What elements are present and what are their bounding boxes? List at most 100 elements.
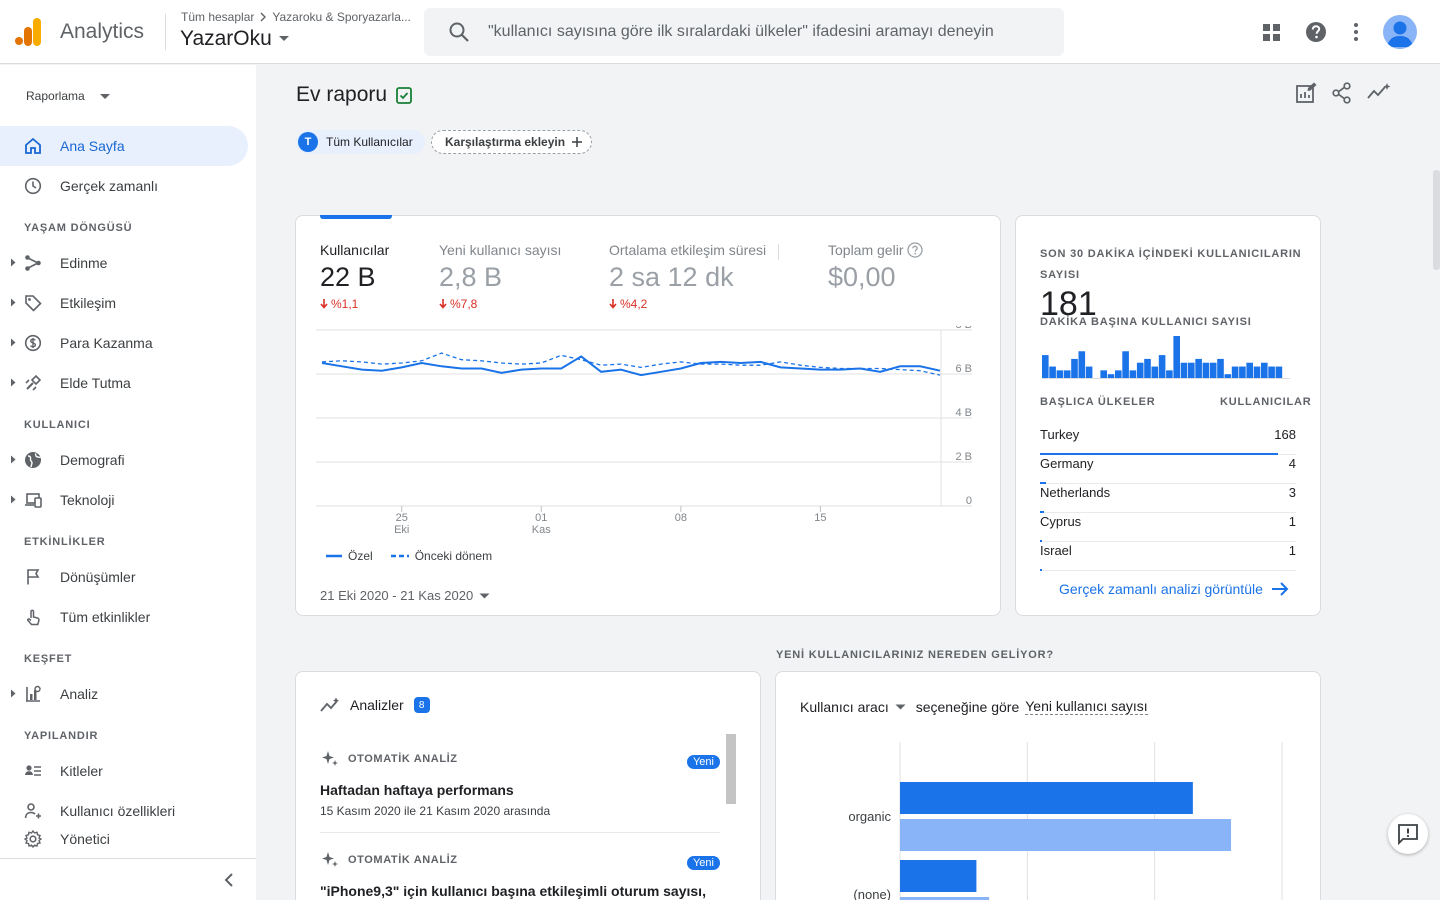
category-label: (none): [853, 887, 891, 900]
users-line-chart: 8 B 6 B 4 B 2 B 0 25Eki 01Kas 08 15: [316, 326, 972, 536]
col-header-users: KULLANICILAR: [1220, 396, 1312, 408]
share-icon[interactable]: [1332, 82, 1352, 104]
series-line-current: [321, 355, 941, 377]
globe-icon: [24, 451, 42, 469]
sidebar-item-monetization[interactable]: Para Kazanma: [0, 323, 248, 363]
metric-tab-users[interactable]: Kullanıcılar 22 B %1,1: [320, 242, 389, 311]
insight-kind: OTOMATİK ANALİZ: [320, 850, 720, 870]
metric-selector[interactable]: Yeni kullanıcı sayısı: [1025, 698, 1148, 715]
sidebar-item-acquisition[interactable]: Edinme: [0, 243, 248, 283]
sidebar-item-all-events[interactable]: Tüm etkinlikler: [0, 597, 248, 637]
analytics-logo-icon[interactable]: [14, 16, 42, 46]
country-name: Israel: [1040, 543, 1072, 558]
help-outline-icon[interactable]: [907, 242, 924, 258]
realtime-title: SON 30 DAKİKA İÇİNDEKİ KULLANICILARIN SA…: [1040, 248, 1302, 281]
country-row[interactable]: Netherlands 3: [1040, 484, 1296, 513]
property-selector[interactable]: YazarOku: [180, 27, 290, 51]
per-minute-bar: [1188, 362, 1195, 378]
arrow-drop-down-icon: [99, 93, 111, 100]
arrow-drop-down-icon: [895, 704, 906, 710]
y-tick-label: 0: [966, 495, 972, 507]
apps-grid-icon[interactable]: [1262, 20, 1282, 44]
country-row[interactable]: Germany 4: [1040, 455, 1296, 484]
dollar-icon: [24, 334, 42, 352]
new-badge: Yeni: [686, 856, 720, 870]
breadcrumb[interactable]: Tüm hesaplar Yazaroku & Sporyazarla...: [181, 10, 411, 24]
metric-tab-total-revenue[interactable]: Toplam gelir $0,00: [828, 242, 924, 293]
country-row[interactable]: Turkey 168: [1040, 426, 1296, 455]
per-minute-bar: [1049, 366, 1056, 378]
top-app-bar: Analytics Tüm hesaplar Yazaroku & Sporya…: [0, 0, 1440, 64]
search-icon: [448, 21, 470, 43]
add-comparison-button[interactable]: Karşılaştırma ekleyin: [431, 130, 593, 154]
comparison-chip-all-users[interactable]: T Tüm Kullanıcılar: [296, 130, 425, 154]
app-name: Analytics: [60, 20, 145, 43]
metric-value: $0,00: [828, 262, 896, 292]
sidebar-item-admin[interactable]: Yönetici: [0, 819, 248, 859]
country-user-count: 1: [1288, 514, 1296, 529]
sidebar-item-realtime[interactable]: Gerçek zamanlı: [0, 166, 248, 206]
feedback-button[interactable]: [1388, 814, 1428, 854]
legend-item-current: Özel: [326, 549, 373, 563]
per-minute-bar: [1246, 362, 1253, 378]
bar: [900, 782, 1193, 814]
help-icon[interactable]: [1305, 20, 1327, 44]
sidebar-item-demographics[interactable]: Demografi: [0, 440, 248, 480]
x-tick-sublabel: Kas: [532, 524, 551, 536]
expand-caret-icon: [10, 298, 16, 307]
per-minute-bar: [1180, 362, 1188, 378]
metric-change: %1,1: [320, 297, 389, 311]
sidebar-item-label: Gerçek zamanlı: [60, 178, 159, 194]
reporting-dropdown[interactable]: Raporlama: [26, 89, 111, 103]
date-range-selector[interactable]: 21 Eki 2020 - 21 Kas 2020: [320, 588, 490, 603]
collapse-sidebar-icon[interactable]: [222, 872, 238, 888]
bar: [900, 860, 977, 892]
metric-tab-new-users[interactable]: Yeni kullanıcı sayısı 2,8 B %7,8: [439, 242, 561, 311]
per-minute-bar: [1202, 362, 1210, 378]
breadcrumb-all-accounts[interactable]: Tüm hesaplar: [181, 10, 254, 24]
metric-tab-avg-engagement[interactable]: Ortalama etkileşim süresi 2 sa 12 dk %4,…: [609, 242, 766, 311]
chevron-right-icon: [258, 12, 268, 22]
insights-title: Analizler: [350, 697, 404, 713]
country-row[interactable]: Cyprus 1: [1040, 513, 1296, 542]
sidebar-item-audiences[interactable]: Kitleler: [0, 751, 248, 791]
metric-change-value: %1,1: [331, 297, 359, 311]
dimension-label: Kullanıcı aracı: [800, 698, 889, 715]
account-avatar[interactable]: [1383, 15, 1417, 49]
sidebar-item-technology[interactable]: Teknoloji: [0, 480, 248, 520]
bar: [900, 819, 1232, 851]
breadcrumb-account[interactable]: Yazaroku & Sporyazarla...: [272, 10, 411, 24]
more-vert-icon[interactable]: [1346, 20, 1366, 44]
country-row[interactable]: Israel 1: [1040, 542, 1296, 571]
tag-icon: [24, 294, 42, 312]
sidebar-item-conversions[interactable]: Dönüşümler: [0, 557, 248, 597]
new-users-source-card: Kullanıcı aracı seçeneğine göre Yeni kul…: [775, 671, 1321, 900]
insight-divider: [320, 832, 720, 833]
sidebar-item-home[interactable]: Ana Sayfa: [0, 126, 248, 166]
search-input[interactable]: [488, 8, 1048, 56]
sidebar-item-label: Kullanıcı özellikleri: [60, 803, 176, 819]
search-box[interactable]: [424, 8, 1064, 56]
view-realtime-link[interactable]: Gerçek zamanlı analizi görüntüle: [1059, 581, 1289, 597]
insight-item[interactable]: OTOMATİK ANALİZ Yeni Haftadan haftaya pe…: [320, 749, 720, 818]
metric-label: Yeni kullanıcı sayısı: [439, 242, 562, 258]
sidebar-item-retention[interactable]: Elde Tutma: [0, 363, 248, 403]
user-props-icon: [24, 802, 42, 820]
touch-icon: [24, 608, 42, 626]
insight-item[interactable]: OTOMATİK ANALİZ Yeni "iPhone9,3" için ku…: [320, 850, 720, 899]
insight-kind-label: OTOMATİK ANALİZ: [348, 854, 458, 866]
page-scrollbar[interactable]: [1433, 170, 1440, 270]
arrow-drop-down-icon: [479, 593, 490, 599]
sidebar-item-engagement[interactable]: Etkileşim: [0, 283, 248, 323]
section-title-explore: KEŞFET: [24, 653, 73, 665]
sidebar-item-label: Kitleler: [60, 763, 103, 779]
insights-scrollbar[interactable]: [726, 734, 736, 804]
comparison-chip-label: Tüm Kullanıcılar: [326, 135, 413, 149]
y-tick-label: 2 B: [955, 451, 972, 463]
customize-report-icon[interactable]: [1295, 82, 1317, 104]
expand-caret-icon: [10, 378, 16, 387]
per-minute-bar: [1231, 366, 1239, 378]
insights-sparkle-icon[interactable]: [1367, 82, 1391, 104]
dimension-dropdown[interactable]: Kullanıcı aracı: [800, 699, 906, 715]
sidebar-item-analysis[interactable]: Analiz: [0, 674, 248, 714]
